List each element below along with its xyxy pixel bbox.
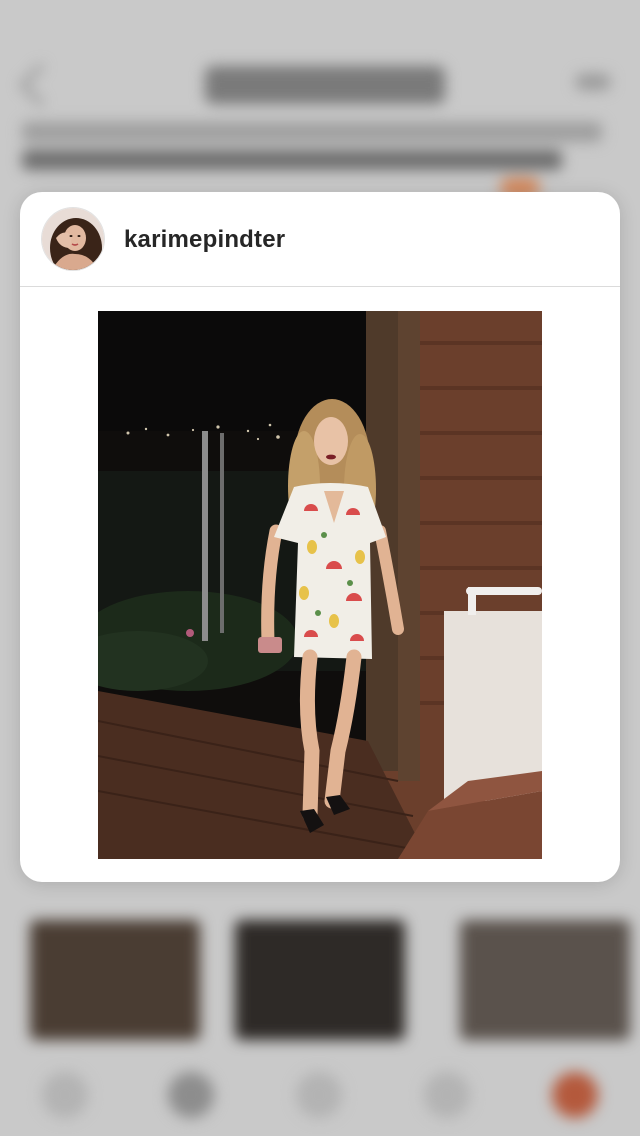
post-preview-card[interactable]: karimepindter — [20, 192, 620, 882]
blurred-photo-grid — [0, 900, 640, 1060]
avatar[interactable] — [42, 208, 104, 270]
home-tab-icon — [42, 1072, 88, 1118]
blurred-grid-tile — [30, 920, 200, 1040]
profile-tab-icon — [552, 1072, 598, 1118]
activity-tab-icon — [424, 1072, 470, 1118]
more-options-icon — [576, 74, 610, 90]
blurred-bio-line — [22, 150, 562, 170]
blurred-grid-tile — [235, 920, 405, 1040]
post-preview-header: karimepindter — [20, 192, 620, 287]
blurred-tab-bar — [0, 1060, 640, 1136]
blurred-grid-tile — [460, 920, 630, 1040]
add-post-tab-icon — [296, 1072, 342, 1118]
post-photo[interactable] — [98, 311, 542, 859]
post-photo-image-icon — [98, 311, 542, 859]
username[interactable]: karimepindter — [124, 226, 285, 254]
blurred-bio-line — [22, 122, 602, 142]
blurred-profile-title — [205, 66, 445, 104]
search-tab-icon — [168, 1072, 214, 1118]
profile-avatar-icon — [42, 208, 104, 270]
